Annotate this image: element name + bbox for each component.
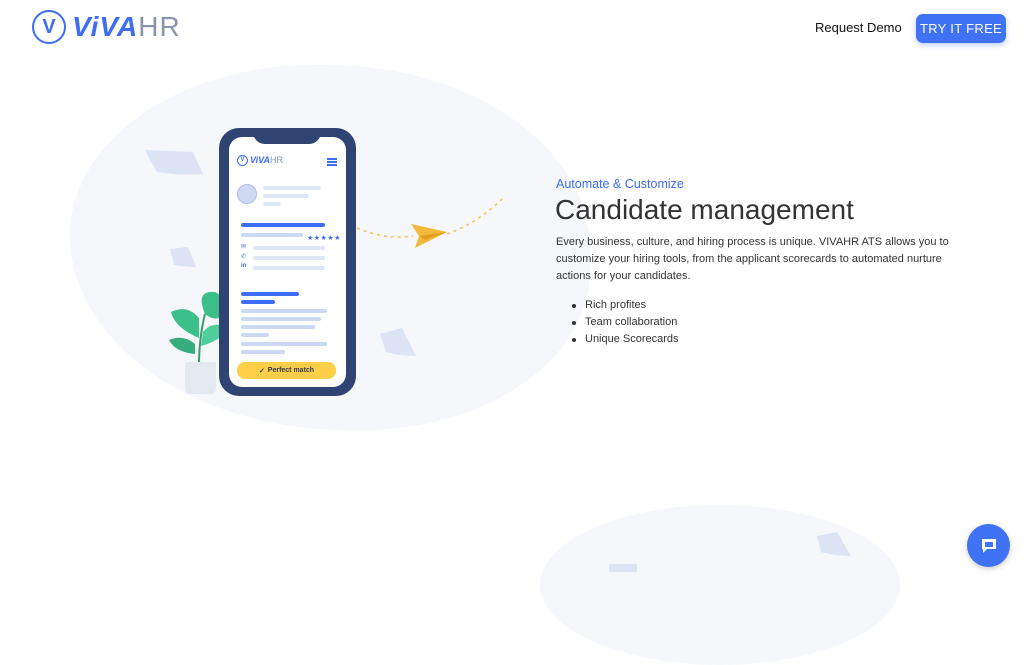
check-circle-icon: ✓ xyxy=(258,367,265,375)
placeholder-line xyxy=(241,342,327,346)
logo-mark: V xyxy=(32,10,66,44)
request-demo-link[interactable]: Request Demo xyxy=(815,20,902,35)
hamburger-menu-icon xyxy=(327,158,337,166)
plant-leaf xyxy=(171,309,199,338)
plane-trail xyxy=(446,195,506,235)
paper-plane-illustration xyxy=(356,195,506,248)
placeholder-line xyxy=(263,194,309,198)
try-it-free-button[interactable]: TRY IT FREE xyxy=(916,14,1006,43)
paper-illustration xyxy=(609,564,637,572)
phone-icon: ✆ xyxy=(241,254,247,260)
phone-notch xyxy=(253,128,321,144)
paper-illustration xyxy=(145,150,203,175)
paper-illustration xyxy=(380,328,416,356)
phone-screen: V ViVAHR ★★★★★ ✉ ✆ in ✓ Perfect match xyxy=(229,137,346,387)
logo-hr: HR xyxy=(138,11,181,42)
section-title-line xyxy=(241,292,299,296)
paper-shape xyxy=(145,150,203,175)
section-title: Candidate management xyxy=(555,194,854,225)
background-blob-bottom xyxy=(540,505,900,665)
paper-shape xyxy=(380,328,416,356)
placeholder-line xyxy=(253,266,325,270)
paper-shape xyxy=(170,247,196,267)
logo-brand: ViVA xyxy=(72,11,139,42)
mini-logo-brand: ViVA xyxy=(250,155,271,165)
paper-shape xyxy=(609,564,637,572)
plane-trail xyxy=(356,227,414,238)
placeholder-line xyxy=(241,325,315,329)
chat-widget-button[interactable] xyxy=(967,524,1010,567)
logo[interactable]: V ViVAHR xyxy=(32,10,181,44)
email-icon: ✉ xyxy=(241,244,247,250)
avatar xyxy=(237,184,257,204)
mini-logo-hr: HR xyxy=(270,155,284,165)
placeholder-line xyxy=(241,350,285,354)
paper-shape xyxy=(817,532,851,556)
placeholder-line xyxy=(263,186,321,190)
mini-logo: V ViVAHR xyxy=(237,155,284,167)
section-description: Every business, culture, and hiring proc… xyxy=(556,236,949,282)
feature-list-item: Unique Scorecards xyxy=(572,331,679,348)
feature-list-item: Rich profites xyxy=(572,297,679,314)
section-eyebrow: Automate & Customize xyxy=(556,177,684,191)
placeholder-line xyxy=(241,317,321,321)
feature-list: Rich profites Team collaboration Unique … xyxy=(572,297,679,348)
section-title-line xyxy=(241,300,275,304)
phone-illustration: V ViVAHR ★★★★★ ✉ ✆ in ✓ Perfect match xyxy=(219,128,356,396)
linkedin-icon: in xyxy=(241,263,247,269)
feature-list-item: Team collaboration xyxy=(572,314,679,331)
rating-stars-icon: ★★★★★ xyxy=(307,235,341,242)
paper-illustration xyxy=(170,247,196,267)
paper-illustration xyxy=(817,532,851,556)
logo-wordmark: ViVAHR xyxy=(72,11,181,43)
placeholder-line xyxy=(253,256,325,260)
plant-leaf xyxy=(169,337,195,354)
plant-pot xyxy=(185,362,216,394)
placeholder-line xyxy=(241,233,303,237)
placeholder-line xyxy=(241,333,269,337)
perfect-match-badge: ✓ Perfect match xyxy=(237,362,336,379)
mini-logo-mark: V xyxy=(237,155,248,167)
placeholder-line xyxy=(263,202,281,206)
chat-bubble-icon xyxy=(981,538,996,553)
placeholder-line xyxy=(253,246,325,250)
chat-bubble-inner xyxy=(984,541,993,547)
section-title-line xyxy=(241,223,325,227)
placeholder-line xyxy=(241,309,327,313)
perfect-match-label: Perfect match xyxy=(267,367,315,374)
